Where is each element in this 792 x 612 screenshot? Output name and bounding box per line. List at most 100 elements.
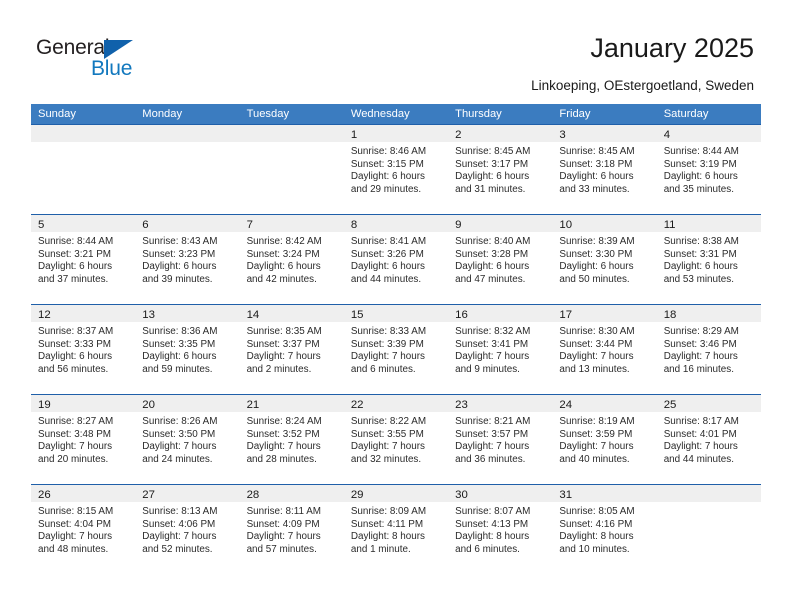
sunset-text: Sunset: 4:13 PM <box>455 518 529 530</box>
sunrise-text: Sunrise: 8:22 AM <box>350 416 427 427</box>
calendar-day-cell[interactable]: 23 Sunrise: 8:21 AM Sunset: 3:57 PM Dayligh… <box>448 394 553 484</box>
calendar-day-cell[interactable]: 22 Sunrise: 8:22 AM Sunset: 3:55 PM Dayligh… <box>343 394 449 484</box>
day-number: 3 <box>559 129 566 141</box>
sunset-text: Sunset: 4:09 PM <box>246 518 320 530</box>
sun-info: Sunrise: 8:38 AM Sunset: 3:31 PM Daylight:… <box>657 232 761 286</box>
day-number: 20 <box>142 399 155 411</box>
sunrise-text: Sunrise: 8:09 AM <box>350 506 427 517</box>
daylight-text: and 40 minutes. <box>559 453 630 465</box>
day-number-bar <box>135 125 240 142</box>
calendar-day-cell[interactable]: 5 Sunrise: 8:44 AM Sunset: 3:21 PM Daylight… <box>31 214 136 304</box>
daylight-text: Daylight: 6 hours <box>246 261 321 273</box>
calendar-day-cell[interactable]: 15 Sunrise: 8:33 AM Sunset: 3:39 PM Dayligh… <box>343 304 449 394</box>
day-number: 19 <box>38 399 51 411</box>
calendar-day-cell[interactable]: 25 Sunrise: 8:17 AM Sunset: 4:01 PM Dayligh… <box>656 394 761 484</box>
calendar-day-cell[interactable]: 29 Sunrise: 8:09 AM Sunset: 4:11 PM Dayligh… <box>343 484 449 574</box>
sunset-text: Sunset: 4:06 PM <box>142 518 216 530</box>
calendar-day-cell[interactable]: 8 Sunrise: 8:41 AM Sunset: 3:26 PM Daylight… <box>343 214 449 304</box>
brand-logo[interactable]: General Blue <box>36 36 186 84</box>
calendar-day-cell[interactable]: 16 Sunrise: 8:32 AM Sunset: 3:41 PM Dayligh… <box>448 304 553 394</box>
calendar-day-cell[interactable]: 31 Sunrise: 8:05 AM Sunset: 4:16 PM Dayligh… <box>552 484 657 574</box>
sun-info: Sunrise: 8:27 AM Sunset: 3:48 PM Daylight:… <box>31 412 135 466</box>
calendar-day-cell[interactable]: 27 Sunrise: 8:13 AM Sunset: 4:06 PM Dayligh… <box>135 484 240 574</box>
daylight-text: and 44 minutes. <box>350 273 422 285</box>
sun-info: Sunrise: 8:41 AM Sunset: 3:26 PM Daylight:… <box>344 232 448 286</box>
sunrise-text: Sunrise: 8:17 AM <box>663 416 739 427</box>
daylight-text: and 1 minute. <box>350 543 411 555</box>
day-number-bar: 21 <box>239 395 344 412</box>
daylight-text: Daylight: 6 hours <box>350 261 425 273</box>
day-number: 7 <box>246 219 253 231</box>
day-number: 28 <box>246 489 260 501</box>
sun-info: Sunrise: 8:45 AM Sunset: 3:18 PM Daylight:… <box>552 142 656 196</box>
daylight-text: Daylight: 7 hours <box>246 351 321 363</box>
sunset-text: Sunset: 3:41 PM <box>455 338 529 350</box>
day-number: 31 <box>559 489 573 501</box>
sunrise-text: Sunrise: 8:44 AM <box>663 146 739 157</box>
calendar-empty-cell <box>656 484 761 574</box>
sunset-text: Sunset: 3:46 PM <box>663 338 737 350</box>
day-number: 21 <box>246 399 260 411</box>
calendar-grid: Sunday Monday Tuesday Wednesday Thursday Frid… <box>31 104 761 574</box>
calendar-day-cell[interactable]: 30 Sunrise: 8:07 AM Sunset: 4:13 PM Dayligh… <box>448 484 553 574</box>
day-number: 12 <box>38 309 51 321</box>
day-number-bar: 14 <box>239 305 344 322</box>
daylight-text: and 37 minutes. <box>38 273 109 285</box>
daylight-text: Daylight: 6 hours <box>455 261 530 273</box>
day-number-bar: 5 <box>31 215 136 232</box>
sunrise-text: Sunrise: 8:45 AM <box>455 146 531 157</box>
daylight-text: and 28 minutes. <box>246 453 317 465</box>
day-number: 27 <box>142 489 155 501</box>
daylight-text: Daylight: 7 hours <box>559 441 634 453</box>
calendar-day-cell[interactable]: 24 Sunrise: 8:19 AM Sunset: 3:59 PM Dayligh… <box>552 394 657 484</box>
calendar-day-cell[interactable]: 4 Sunrise: 8:44 AM Sunset: 3:19 PM Daylight… <box>656 124 761 214</box>
day-number-bar: 4 <box>656 125 761 142</box>
sunrise-text: Sunrise: 8:05 AM <box>559 506 635 517</box>
calendar-day-cell[interactable]: 1 Sunrise: 8:46 AM Sunset: 3:15 PM Daylight… <box>343 124 449 214</box>
sunrise-text: Sunrise: 8:19 AM <box>559 416 635 427</box>
daylight-text: and 39 minutes. <box>142 273 213 285</box>
daylight-text: and 16 minutes. <box>663 363 734 375</box>
weekday-header-thursday: Thursday <box>455 108 502 120</box>
day-number-bar: 27 <box>135 485 240 502</box>
sunrise-text: Sunrise: 8:21 AM <box>455 416 531 427</box>
calendar-day-cell[interactable]: 19 Sunrise: 8:27 AM Sunset: 3:48 PM Dayligh… <box>31 394 136 484</box>
calendar-day-cell[interactable]: 18 Sunrise: 8:29 AM Sunset: 3:46 PM Dayligh… <box>656 304 761 394</box>
calendar-day-cell[interactable]: 6 Sunrise: 8:43 AM Sunset: 3:23 PM Daylight… <box>135 214 240 304</box>
sun-info: Sunrise: 8:30 AM Sunset: 3:44 PM Daylight:… <box>552 322 656 376</box>
sunrise-text: Sunrise: 8:13 AM <box>142 506 218 517</box>
sun-info: Sunrise: 8:42 AM Sunset: 3:24 PM Daylight:… <box>240 232 344 286</box>
day-number-bar: 15 <box>343 305 449 322</box>
sunrise-text: Sunrise: 8:07 AM <box>455 506 531 517</box>
calendar-day-cell[interactable]: 7 Sunrise: 8:42 AM Sunset: 3:24 PM Daylight… <box>239 214 344 304</box>
weekday-header-friday: Friday <box>559 108 591 120</box>
daylight-text: and 6 minutes. <box>350 363 416 375</box>
sunset-text: Sunset: 3:50 PM <box>142 428 216 440</box>
sunrise-text: Sunrise: 8:27 AM <box>38 416 114 427</box>
day-number-bar: 22 <box>343 395 449 412</box>
daylight-text: Daylight: 8 hours <box>350 531 425 543</box>
calendar-day-cell[interactable]: 3 Sunrise: 8:45 AM Sunset: 3:18 PM Daylight… <box>552 124 657 214</box>
sunset-text: Sunset: 3:48 PM <box>38 428 112 440</box>
day-number: 4 <box>663 129 671 141</box>
calendar-day-cell[interactable]: 11 Sunrise: 8:38 AM Sunset: 3:31 PM Dayligh… <box>656 214 761 304</box>
day-number: 8 <box>350 219 358 231</box>
sunset-text: Sunset: 3:33 PM <box>38 338 112 350</box>
calendar-day-cell[interactable]: 10 Sunrise: 8:39 AM Sunset: 3:30 PM Dayligh… <box>552 214 657 304</box>
daylight-text: Daylight: 8 hours <box>455 531 530 543</box>
sunrise-text: Sunrise: 8:38 AM <box>663 236 739 247</box>
calendar-day-cell[interactable]: 21 Sunrise: 8:24 AM Sunset: 3:52 PM Dayligh… <box>239 394 344 484</box>
sun-info: Sunrise: 8:09 AM Sunset: 4:11 PM Daylight:… <box>344 502 448 556</box>
calendar-day-cell[interactable]: 17 Sunrise: 8:30 AM Sunset: 3:44 PM Dayligh… <box>552 304 657 394</box>
calendar-day-cell[interactable]: 20 Sunrise: 8:26 AM Sunset: 3:50 PM Dayligh… <box>135 394 240 484</box>
calendar-day-cell[interactable]: 13 Sunrise: 8:36 AM Sunset: 3:35 PM Dayligh… <box>135 304 240 394</box>
calendar-day-cell[interactable]: 14 Sunrise: 8:35 AM Sunset: 3:37 PM Dayligh… <box>239 304 344 394</box>
daylight-text: and 24 minutes. <box>142 453 213 465</box>
calendar-weeks: 1 Sunrise: 8:46 AM Sunset: 3:15 PM Daylight… <box>31 124 761 574</box>
calendar-day-cell[interactable]: 2 Sunrise: 8:45 AM Sunset: 3:17 PM Daylight… <box>448 124 553 214</box>
calendar-day-cell[interactable]: 12 Sunrise: 8:37 AM Sunset: 3:33 PM Dayligh… <box>31 304 136 394</box>
calendar-day-cell[interactable]: 26 Sunrise: 8:15 AM Sunset: 4:04 PM Dayligh… <box>31 484 136 574</box>
calendar-day-cell[interactable]: 9 Sunrise: 8:40 AM Sunset: 3:28 PM Daylight… <box>448 214 553 304</box>
sunset-text: Sunset: 3:17 PM <box>455 158 529 170</box>
calendar-day-cell[interactable]: 28 Sunrise: 8:11 AM Sunset: 4:09 PM Dayligh… <box>239 484 344 574</box>
